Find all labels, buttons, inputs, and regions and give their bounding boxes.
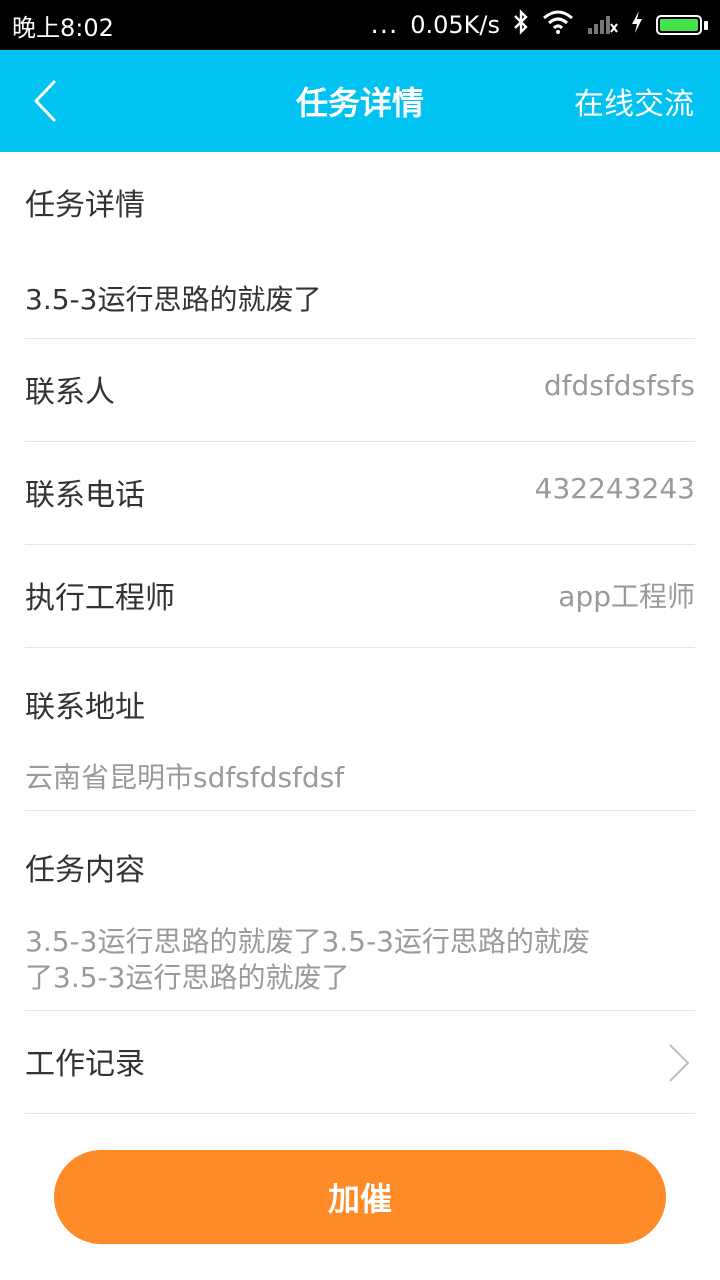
divider <box>25 647 695 648</box>
worklog-row[interactable]: 工作记录 <box>0 1011 720 1113</box>
contact-row: 联系人 dfdsfdsfsfs <box>0 339 720 441</box>
contact-label: 联系人 <box>25 375 115 410</box>
status-icons: ... 0.05K/s <box>370 9 708 41</box>
status-time: 晚上8:02 <box>12 13 114 42</box>
divider <box>25 810 695 811</box>
online-chat-button[interactable]: 在线交流 <box>574 79 694 123</box>
bluetooth-icon <box>512 9 530 41</box>
engineer-value: app工程师 <box>558 580 695 613</box>
battery-icon <box>656 15 708 35</box>
task-name: 3.5-3运行思路的就废了 <box>25 283 322 316</box>
engineer-row: 执行工程师 app工程师 <box>0 545 720 647</box>
content-line-1: 3.5-3运行思路的就废了3.5-3运行思路的就废 <box>25 925 590 958</box>
content-label: 任务内容 <box>25 853 145 888</box>
signal-icon <box>586 10 618 40</box>
worklog-label: 工作记录 <box>25 1047 145 1082</box>
phone-row[interactable]: 联系电话 432243243 <box>0 442 720 544</box>
phone-value: 432243243 <box>534 472 695 505</box>
chevron-right-icon <box>669 1044 690 1082</box>
engineer-label: 执行工程师 <box>25 581 175 616</box>
network-speed: 0.05K/s <box>410 11 500 39</box>
nav-bar: 任务详情 在线交流 <box>0 50 720 152</box>
address-value: 云南省昆明市sdfsfdsfdsf <box>25 761 345 794</box>
back-arrow-icon <box>34 80 56 122</box>
divider <box>25 1113 695 1114</box>
contact-value: dfdsfdsfsfs <box>543 369 695 402</box>
status-bar: 晚上8:02 ... 0.05K/s <box>0 0 720 50</box>
phone-label: 联系电话 <box>25 478 145 513</box>
content-line-2: 了3.5-3运行思路的就废了 <box>25 961 350 994</box>
wifi-icon <box>542 10 574 40</box>
urge-button[interactable]: 加催 <box>54 1150 666 1244</box>
back-button[interactable] <box>26 76 76 126</box>
section-title-task-detail: 任务详情 <box>25 188 145 223</box>
address-label: 联系地址 <box>25 690 145 725</box>
more-dots: ... <box>370 10 399 40</box>
charging-icon <box>630 10 644 40</box>
